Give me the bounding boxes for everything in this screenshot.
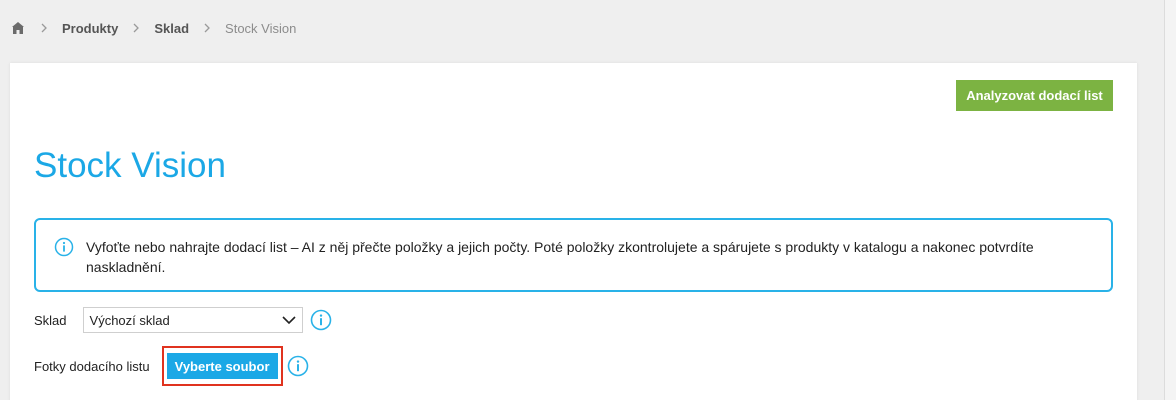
warehouse-label: Sklad (34, 312, 67, 328)
breadcrumb-current: Stock Vision (225, 20, 297, 36)
warehouse-select[interactable]: Výchozí sklad (82, 307, 303, 333)
info-circle-icon[interactable] (310, 309, 332, 331)
breadcrumb-link-produkty[interactable]: Produkty (62, 21, 118, 36)
page-scrollbar[interactable] (1164, 0, 1176, 400)
file-button-highlight: Vyberte soubor (161, 346, 283, 386)
chevron-down-icon (281, 313, 297, 328)
main-card: Analyzovat dodací list Stock Vision Vyfo… (10, 63, 1137, 400)
photos-label: Fotky dodacího listu (34, 358, 150, 374)
breadcrumb-link-sklad[interactable]: Sklad (154, 21, 189, 36)
chevron-right-icon (203, 23, 211, 33)
analyze-delivery-note-button[interactable]: Analyzovat dodací list (956, 80, 1113, 111)
info-box: Vyfoťte nebo nahrajte dodací list – AI z… (34, 218, 1113, 292)
chevron-right-icon (132, 23, 140, 33)
breadcrumb: Produkty Sklad Stock Vision (10, 18, 296, 38)
home-icon[interactable] (10, 20, 26, 36)
info-text: Vyfoťte nebo nahrajte dodací list – AI z… (86, 239, 1034, 275)
page-title: Stock Vision (34, 146, 226, 185)
photos-row: Fotky dodacího listu Vyberte soubor (34, 346, 309, 386)
chevron-right-icon (40, 23, 48, 33)
warehouse-row: Sklad Výchozí sklad (34, 307, 332, 333)
info-circle-icon[interactable] (287, 355, 309, 377)
warehouse-select-value: Výchozí sklad (89, 312, 170, 328)
info-circle-icon (54, 237, 74, 257)
choose-file-button[interactable]: Vyberte soubor (166, 353, 278, 379)
